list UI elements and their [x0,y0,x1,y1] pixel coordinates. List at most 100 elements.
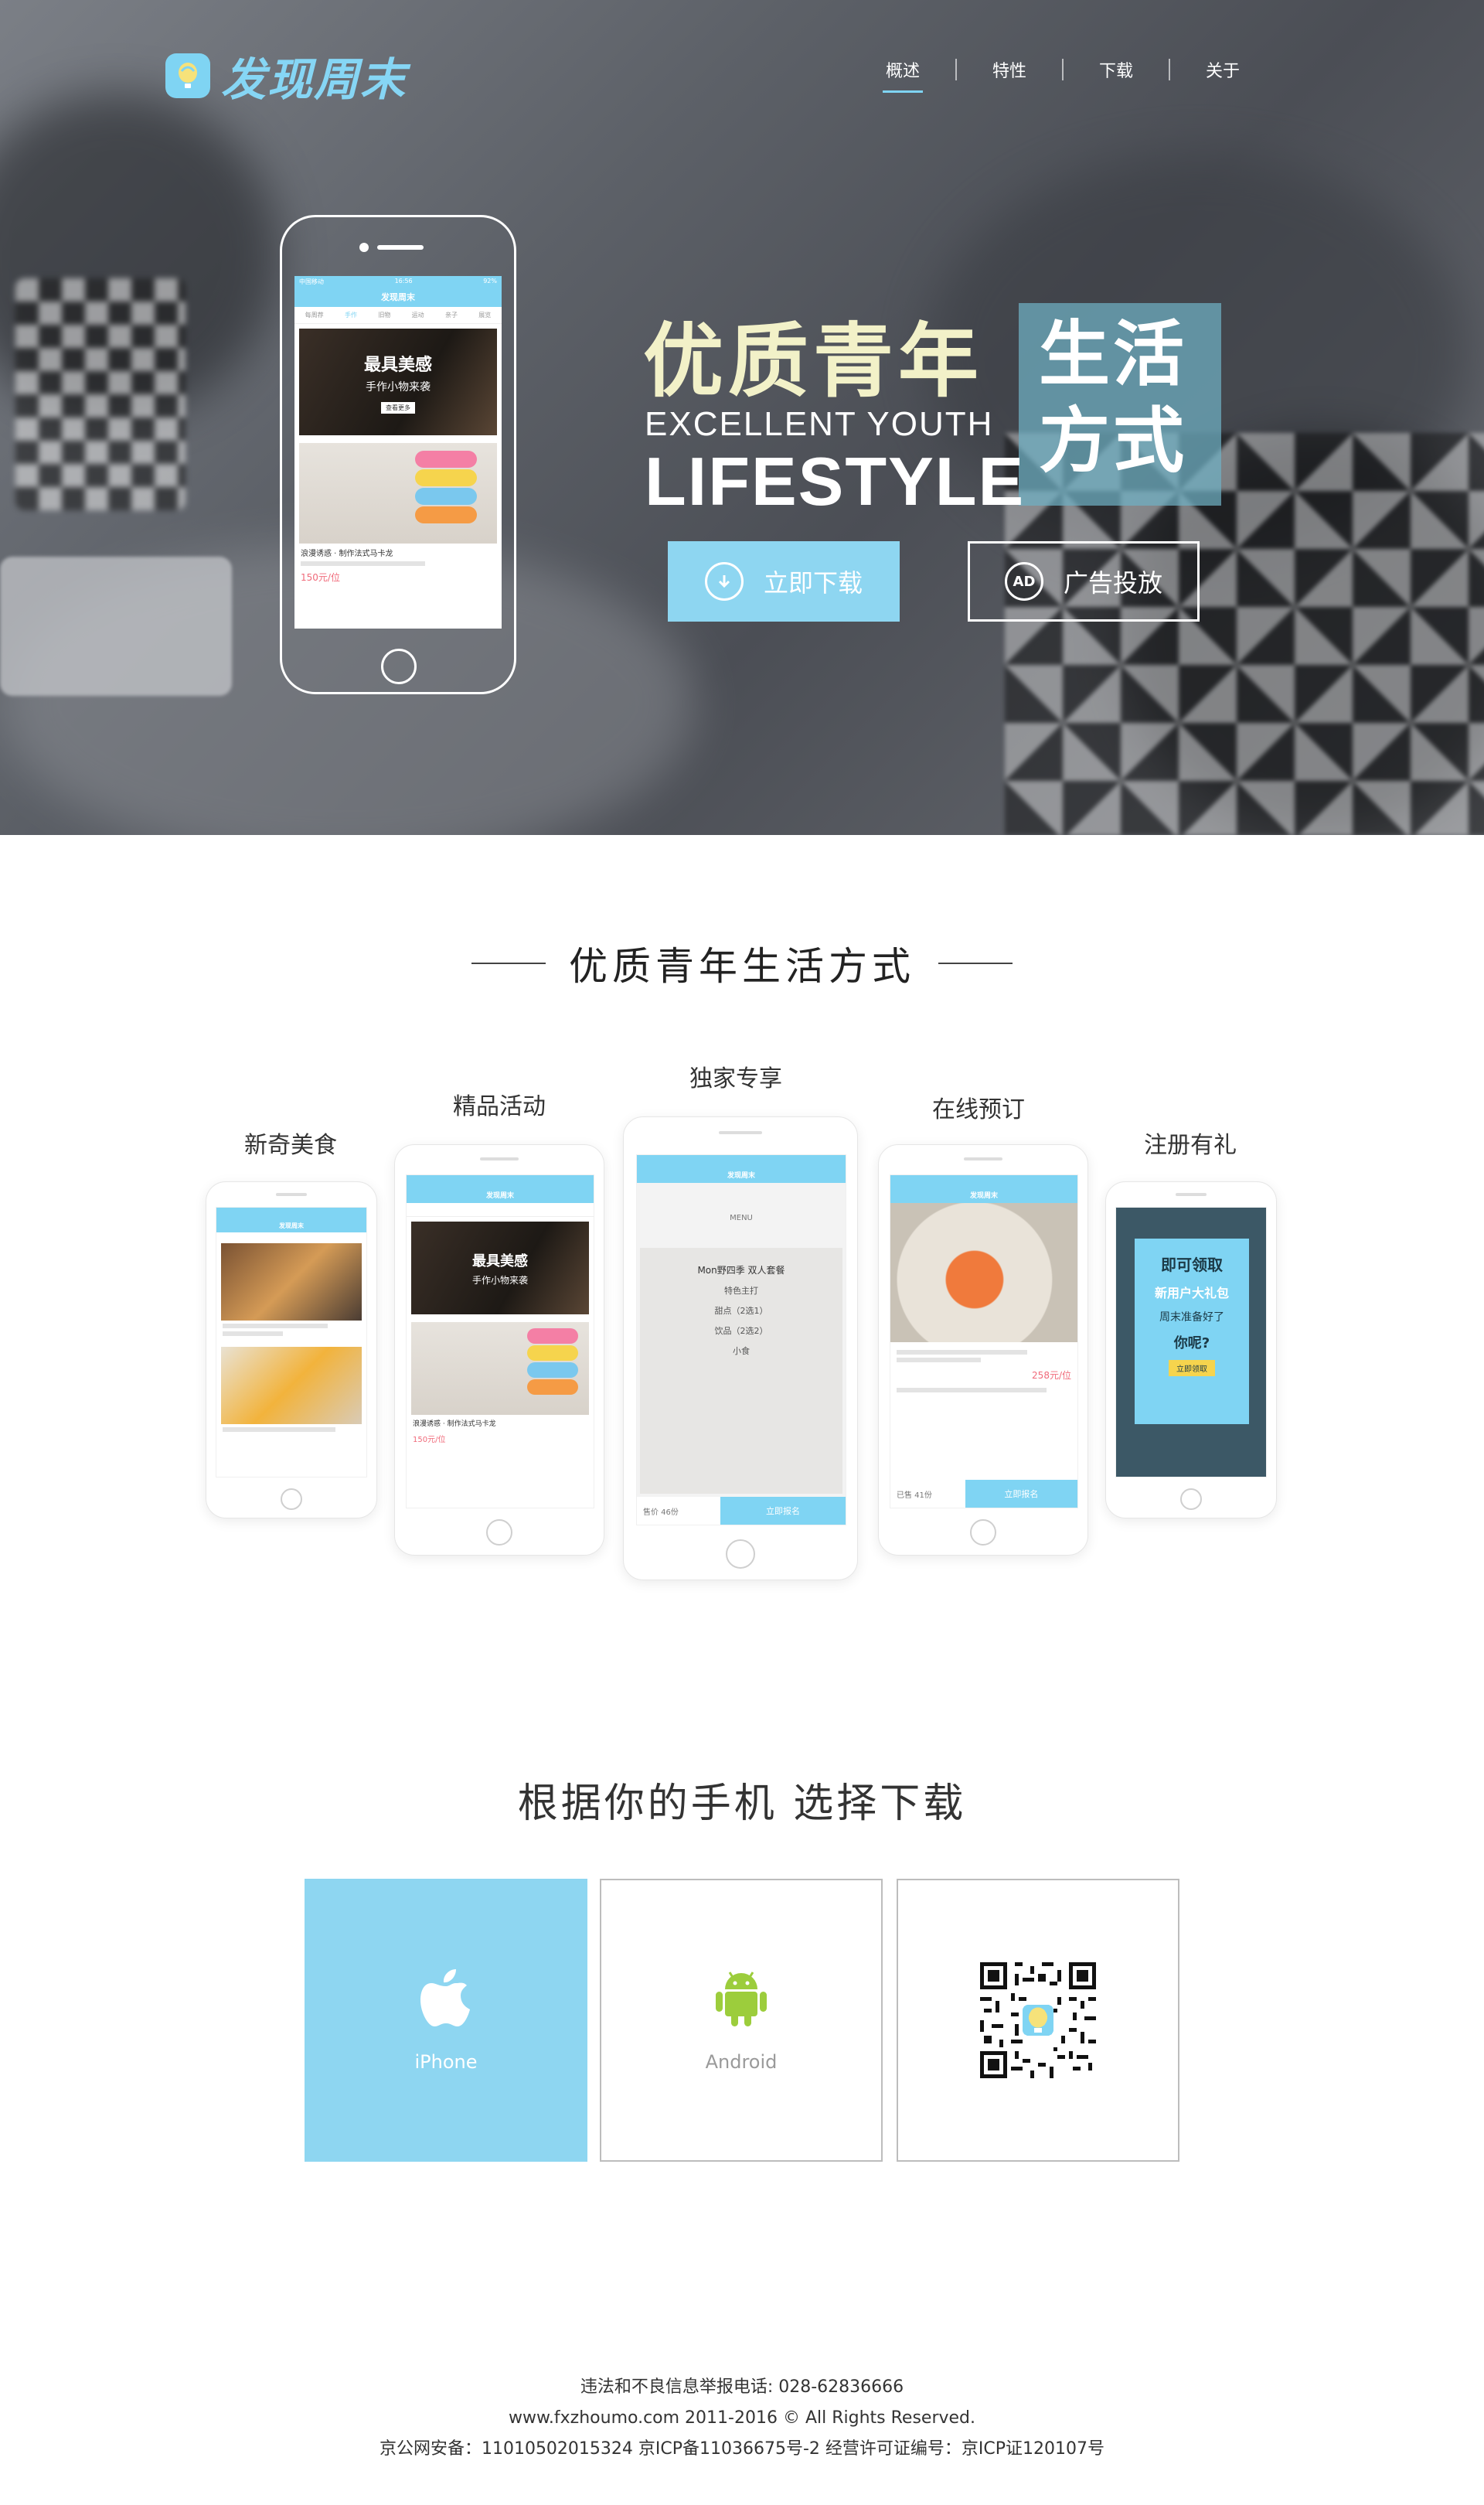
feature-phone-food: 发现周末 [206,1181,377,1518]
app-tab: 运动 [411,312,424,319]
phone-home-button [281,1488,302,1510]
status-bar [890,1175,1077,1186]
text-placeholder [897,1358,981,1362]
macaron-shape [415,488,477,505]
phone-speaker [1176,1193,1207,1196]
app-tabs: 每周荐 手作 旧物 运动 亲子 展览 [294,307,502,324]
footer-license: 京公网安备：11010502015324 京ICP备11036675号-2 经营… [379,2439,1105,2459]
ad-icon: AD [1004,562,1043,601]
android-download-card[interactable]: Android [600,1879,883,2162]
status-bar [637,1155,846,1166]
feature-label-booking: 在线预订 [932,1096,1025,1123]
download-heading: 根据你的手机 选择下载 [517,1781,967,1827]
phone-screen: 发现周末 258元/位 已售 41份 立即报名 [890,1174,1078,1508]
phone-screen: 即可领取 新用户大礼包 周末准备好了 你呢? 立即领取 [1115,1207,1267,1477]
apple-icon [420,1968,471,2031]
gift-card: 即可领取 新用户大礼包 周末准备好了 你呢? 立即领取 [1135,1239,1249,1424]
sold-count: 售价 46份 [643,1508,679,1517]
gift-line: 你呢? [1173,1335,1210,1351]
phone-screen: 发现周末 MENU Mon野四季 双人套餐 特色主打 甜点（2选1） 饮品（2选… [636,1154,846,1525]
macaron-shape [527,1379,578,1395]
nav-item-features[interactable]: 特性 [957,57,1062,82]
features-title: 优质青年生活方式 [569,944,915,989]
feature-label-register: 注册有礼 [1144,1132,1237,1159]
hero-box-line: 生活 [1039,312,1188,396]
android-icon [714,1968,768,2031]
menu-line: 特色主打 [724,1286,758,1296]
feature-label-exclusive: 独家专享 [689,1065,782,1092]
hero-title-en: EXCELLENT YOUTH [645,405,994,443]
balloon-icon [165,53,210,98]
advertise-button[interactable]: AD 广告投放 [968,541,1200,622]
status-bar [407,1175,594,1186]
signup-now-button[interactable]: 立即报名 [720,1497,846,1525]
feature-phone-booking: 发现周末 258元/位 已售 41份 立即报名 [878,1144,1088,1556]
phone-screen: 发现周末 最具美感 手作小物来袭 浪漫诱惑 · 制作法式马卡龙 150元/位 [406,1174,594,1508]
app-tab: 旧物 [378,312,391,319]
nav-item-download[interactable]: 下载 [1064,57,1169,82]
menu-line: 小食 [733,1346,750,1356]
phone-home-button [486,1519,512,1546]
claim-gift-button[interactable]: 立即领取 [1169,1360,1215,1376]
phone-home-button [381,649,417,684]
iphone-label: iPhone [414,2051,478,2073]
iphone-download-card[interactable]: iPhone [305,1879,587,2162]
hero-phone-mockup: 中国移动 16:56 92% 发现周末 每周荐 手作 旧物 运动 亲子 展览 最… [280,215,516,694]
feature-label-food: 新奇美食 [244,1132,337,1159]
item-price: 150元/位 [301,572,340,583]
app-tab: 展览 [478,312,492,319]
gift-headline: 即可领取 [1161,1256,1223,1274]
battery-text: 92% [483,278,497,285]
android-label: Android [705,2051,778,2073]
macaron-photo [411,1322,589,1415]
macaron-shape [415,469,477,486]
shrimp-photo [890,1203,1077,1342]
phone-speaker [377,245,424,250]
book-now-button[interactable]: 立即报名 [965,1480,1077,1508]
app-tab: 手作 [344,312,357,319]
sold-count: 已售 41份 [897,1491,932,1500]
hero-bg-cup [15,278,186,510]
macaron-photo [299,443,497,544]
app-tabs [407,1203,594,1217]
phone-home-button [970,1519,996,1546]
qr-code-card [897,1879,1179,2162]
app-title-bar: 发现周末 [637,1166,846,1183]
phone-camera [359,243,369,252]
banner-title: 最具美感 [472,1252,528,1270]
nav-item-about[interactable]: 关于 [1170,57,1275,82]
item-title: 浪漫诱惑 · 制作法式马卡龙 [301,550,393,558]
phone-home-button [1180,1488,1202,1510]
download-arrow-icon [704,562,744,601]
download-now-label: 立即下载 [763,568,863,598]
nav-item-overview[interactable]: 概述 [850,57,955,93]
phone-speaker [719,1131,762,1134]
food-photo [221,1243,362,1321]
site-logo[interactable]: 发现周末 [165,43,407,108]
feature-label-events: 精品活动 [453,1093,546,1120]
item-title: 浪漫诱惑 · 制作法式马卡龙 [413,1420,496,1428]
text-placeholder [897,1350,1028,1355]
phone-screen: 发现周末 [216,1207,367,1477]
menu-card: Mon野四季 双人套餐 特色主打 甜点（2选1） 饮品（2选2） 小食 [640,1248,842,1494]
heading-rule [471,963,546,964]
app-tab: 亲子 [444,312,458,319]
banner-title: 最具美感 [363,354,432,375]
hero-bg-tablet [0,557,232,696]
time-text: 16:56 [394,278,413,285]
app-banner: 最具美感 手作小物来袭 查看更多 [299,329,497,435]
carrier-text: 中国移动 [299,278,324,285]
download-now-button[interactable]: 立即下载 [668,541,900,622]
macaron-shape [415,506,477,523]
banner-subtitle: 手作小物来袭 [366,380,431,394]
booking-bar: 已售 41份 立即报名 [890,1480,1077,1508]
phone-speaker [480,1157,519,1160]
app-title-bar: 发现周末 [407,1186,594,1203]
macaron-shape [527,1345,578,1361]
macaron-shape [527,1362,578,1378]
status-bar: 中国移动 16:56 92% [294,276,502,287]
qr-code-icon [980,1962,1096,2078]
footer-report-line: 违法和不良信息举报电话: 028-62836666 [580,2377,904,2397]
phone-screen: 中国移动 16:56 92% 发现周末 每周荐 手作 旧物 运动 亲子 展览 最… [294,276,502,629]
food-photo [221,1347,362,1424]
